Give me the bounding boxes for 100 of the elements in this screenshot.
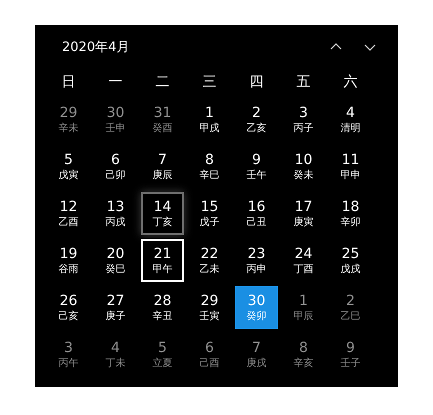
lunar-date: 丁未 (106, 356, 126, 370)
day-cell[interactable]: 29 辛未 (47, 98, 90, 141)
lunar-date: 丁亥 (152, 216, 172, 228)
day-number: 30 (106, 104, 124, 122)
day-cell[interactable]: 3 丙午 (47, 333, 90, 376)
day-cell[interactable]: 13 丙戌 (94, 192, 137, 235)
lunar-date: 己酉 (200, 356, 220, 370)
day-cell[interactable]: 12 乙酉 (47, 192, 90, 235)
lunar-date: 壬寅 (200, 310, 220, 322)
day-cell[interactable]: 26 己亥 (47, 286, 90, 329)
lunar-date: 戊寅 (58, 168, 78, 182)
day-cell[interactable]: 29 壬寅 (188, 286, 231, 329)
lunar-date: 庚戌 (246, 356, 266, 370)
day-number: 5 (158, 340, 167, 356)
day-number: 15 (200, 198, 218, 216)
day-number: 12 (60, 198, 78, 216)
day-number: 25 (342, 246, 360, 262)
day-cell[interactable]: 7 庚辰 (141, 145, 184, 188)
day-cell[interactable]: 31 癸酉 (141, 98, 184, 141)
day-number: 4 (346, 104, 355, 122)
day-number: 6 (205, 340, 214, 356)
day-cell[interactable]: 9 壬午 (235, 145, 278, 188)
day-cell[interactable]: 10 癸未 (282, 145, 325, 188)
lunar-date: 己丑 (246, 216, 266, 228)
lunar-date: 甲戌 (200, 122, 220, 134)
lunar-date: 丙戌 (106, 216, 126, 228)
day-cell[interactable]: 22 乙未 (188, 239, 231, 282)
lunar-date: 己卯 (106, 168, 126, 182)
weekday-label: 三 (202, 73, 218, 92)
lunar-date: 辛巳 (200, 168, 220, 182)
day-cell[interactable]: 2 乙巳 (329, 286, 372, 329)
lunar-date: 立夏 (152, 356, 172, 370)
lunar-date: 庚辰 (152, 168, 172, 182)
day-cell[interactable]: 28 辛丑 (141, 286, 184, 329)
day-number: 14 (154, 198, 172, 216)
lunar-date: 庚寅 (294, 216, 314, 228)
lunar-date: 甲申 (340, 168, 360, 182)
lunar-date: 乙未 (200, 262, 220, 276)
day-number: 31 (154, 104, 172, 122)
lunar-date: 壬午 (246, 168, 266, 182)
day-cell[interactable]: 4 丁未 (94, 333, 137, 376)
day-number: 11 (342, 152, 360, 168)
lunar-date: 丙申 (246, 262, 266, 276)
lunar-date: 庚子 (106, 310, 126, 322)
day-cell[interactable]: 16 己丑 (235, 192, 278, 235)
day-cell[interactable]: 11 甲申 (329, 145, 372, 188)
lunar-date: 谷雨 (58, 262, 78, 276)
lunar-date: 辛卯 (340, 216, 360, 228)
day-cell[interactable]: 24 丁酉 (282, 239, 325, 282)
day-cell[interactable]: 2 乙亥 (235, 98, 278, 141)
day-cell[interactable]: 19 谷雨 (47, 239, 90, 282)
day-number: 8 (205, 152, 214, 168)
lunar-date: 辛未 (58, 122, 78, 134)
day-cell[interactable]: 15 戊子 (188, 192, 231, 235)
lunar-date: 壬子 (340, 356, 360, 370)
day-number: 10 (294, 152, 312, 168)
day-cell[interactable]: 14 丁亥 (141, 192, 184, 235)
day-number: 22 (200, 246, 218, 262)
lunar-date: 丙子 (294, 122, 314, 134)
day-cell[interactable]: 4 清明 (329, 98, 372, 141)
day-number: 17 (294, 198, 312, 216)
day-number: 29 (60, 104, 78, 122)
day-cell[interactable]: 21 甲午 (141, 239, 184, 282)
day-number: 21 (154, 246, 172, 262)
lunar-date: 乙酉 (58, 216, 78, 228)
day-number: 27 (106, 292, 124, 310)
weekday-label: 日 (60, 73, 76, 92)
day-number: 8 (299, 340, 308, 356)
day-cell[interactable]: 18 辛卯 (329, 192, 372, 235)
day-cell[interactable]: 23 丙申 (235, 239, 278, 282)
lunar-date: 癸卯 (246, 310, 266, 322)
day-cell[interactable]: 6 己卯 (94, 145, 137, 188)
day-number: 7 (158, 152, 167, 168)
day-cell[interactable]: 5 立夏 (141, 333, 184, 376)
day-cell[interactable]: 8 辛亥 (282, 333, 325, 376)
day-cell[interactable]: 17 庚寅 (282, 192, 325, 235)
day-cell[interactable]: 9 壬子 (329, 333, 372, 376)
day-cell[interactable]: 6 己酉 (188, 333, 231, 376)
month-title[interactable]: 2020年4月 (62, 38, 130, 56)
day-number: 7 (252, 340, 261, 356)
lunar-date: 癸未 (294, 168, 314, 182)
day-number: 23 (248, 246, 266, 262)
day-cell[interactable]: 30 壬申 (94, 98, 137, 141)
weekday-label: 二 (154, 73, 170, 92)
day-cell[interactable]: 1 甲辰 (282, 286, 325, 329)
day-cell[interactable]: 7 庚戌 (235, 333, 278, 376)
weekday-label: 五 (296, 73, 312, 92)
lunar-date: 戊子 (200, 216, 220, 228)
day-cell[interactable]: 3 丙子 (282, 98, 325, 141)
lunar-date: 清明 (340, 122, 360, 134)
day-cell[interactable]: 5 戊寅 (47, 145, 90, 188)
day-cell[interactable]: 27 庚子 (94, 286, 137, 329)
day-cell[interactable]: 1 甲戌 (188, 98, 231, 141)
lunar-date: 辛亥 (294, 356, 314, 370)
lunar-date: 甲午 (152, 262, 172, 276)
day-cell[interactable]: 20 癸巳 (94, 239, 137, 282)
day-number: 18 (342, 198, 360, 216)
day-cell[interactable]: 25 戊戌 (329, 239, 372, 282)
day-number: 19 (60, 246, 78, 262)
day-cell[interactable]: 8 辛巳 (188, 145, 231, 188)
